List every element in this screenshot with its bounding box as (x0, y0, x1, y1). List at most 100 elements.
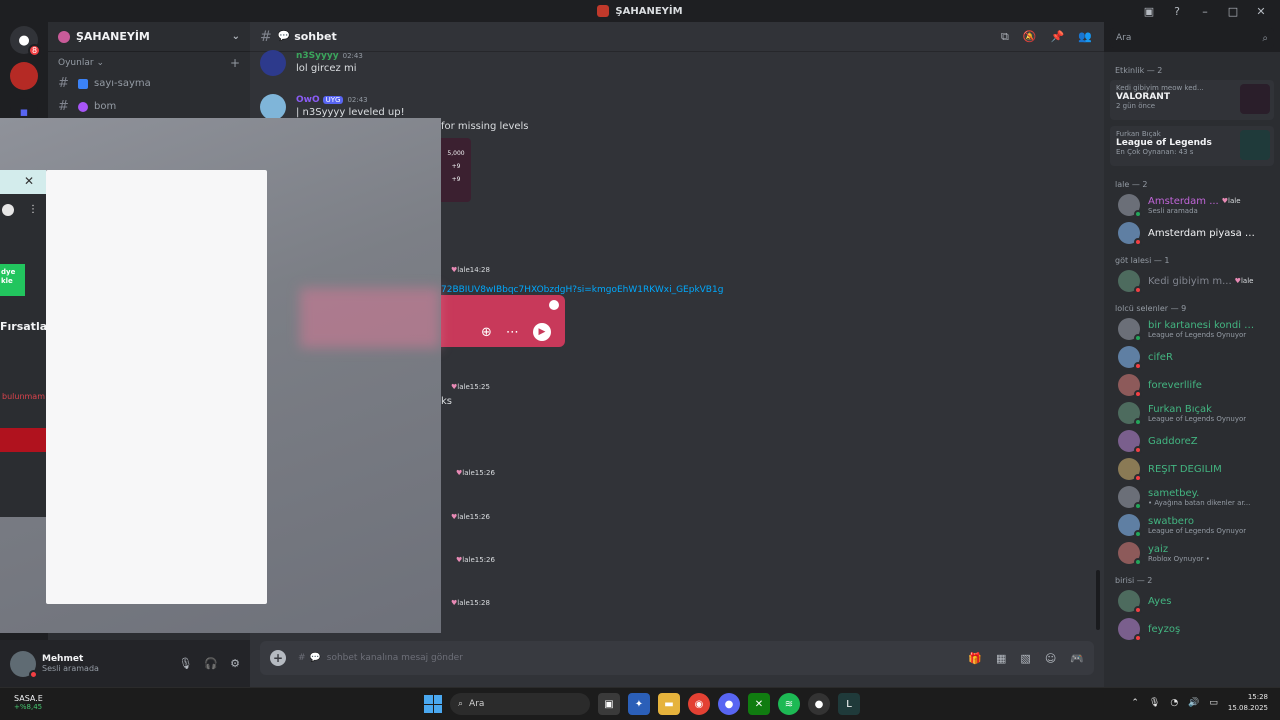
kebab-menu-icon[interactable]: ⋮ (28, 204, 38, 215)
gif-icon[interactable]: ▦ (996, 652, 1006, 665)
member-item[interactable]: swatbero League of Legends Oynuyor (1118, 514, 1278, 538)
task-view-icon[interactable]: ▣ (598, 693, 620, 715)
mute-icon[interactable]: 🔕 (1023, 30, 1037, 44)
member-avatar (1118, 194, 1142, 218)
minimize-button[interactable]: – (1198, 5, 1212, 18)
member-item[interactable]: sametbey. • Ayağına batan dikenler ar... (1118, 486, 1278, 510)
copilot-icon[interactable]: ✦ (628, 693, 650, 715)
spotify-icon (549, 300, 559, 310)
threads-icon[interactable]: ⧉ (1001, 30, 1009, 44)
taskbar-search[interactable]: ⌕ Ara (450, 693, 590, 715)
status-dot (1134, 530, 1142, 538)
app-icon[interactable]: ● (808, 693, 830, 715)
user-avatar[interactable] (10, 650, 38, 679)
window-title: ŞAHANEYİM (597, 5, 683, 17)
member-avatar (1118, 618, 1142, 642)
message-author[interactable]: n3Syyyy (296, 51, 339, 61)
hash-icon: # (260, 28, 272, 45)
member-avatar (1118, 486, 1142, 510)
add-channel-icon[interactable]: + (230, 56, 240, 70)
close-icon[interactable]: ✕ (24, 174, 34, 188)
member-group-header: göt lalesi — 1 (1115, 256, 1170, 265)
taskbar: SASA.E +%8,45 ⌕ Ara ▣ ✦ ▬ ◉ ● ✕ ≋ ● L ⌃ … (0, 687, 1280, 720)
role-pill: ♥lale15:26 (451, 513, 490, 521)
hash-icon: # (58, 76, 69, 91)
status-dot (1134, 502, 1142, 510)
members-icon[interactable]: 👥 (1078, 30, 1092, 44)
member-item[interactable]: Kedi gibiyim m... ♥lale (1118, 270, 1278, 294)
file-explorer-icon[interactable]: ▬ (658, 693, 680, 715)
add-icon[interactable]: ⊕ (481, 325, 492, 340)
pin-icon[interactable]: 📌 (1051, 30, 1065, 44)
role-pill: ♥lale (1221, 197, 1241, 205)
member-item[interactable]: Ayes (1118, 590, 1278, 614)
league-of-legends-icon[interactable]: L (838, 693, 860, 715)
chevron-down-icon: ⌄ (96, 58, 105, 68)
image-attachment[interactable]: 5,000 +9 +9 (441, 138, 471, 202)
member-item[interactable]: REŞİT DEĞİLİM (1118, 458, 1278, 482)
activity-icon[interactable]: 🎮 (1070, 652, 1084, 665)
discord-icon[interactable]: ● (718, 693, 740, 715)
profile-icon[interactable] (2, 204, 14, 216)
scrollbar[interactable] (1096, 570, 1100, 630)
channel-item[interactable]: # sayı-sayma (48, 72, 250, 95)
member-item[interactable]: foreverllife (1118, 374, 1278, 398)
red-banner (0, 428, 46, 452)
guild-header[interactable]: ŞAHANEYİM ⌄ (48, 22, 250, 52)
status-dot (1134, 390, 1142, 398)
hash-icon: # (58, 99, 69, 114)
message-avatar[interactable] (260, 94, 286, 120)
spotify-link[interactable]: 72BBIUV8wIBbqc7HXObzdgH?si=kmgoEhW1RKWxi… (441, 285, 723, 295)
gift-icon[interactable]: 🎁 (968, 652, 982, 665)
headphones-icon[interactable]: 🎧 (204, 657, 218, 670)
member-avatar (1118, 346, 1142, 370)
message-avatar[interactable] (260, 50, 286, 76)
channel-item[interactable]: # bom (48, 95, 250, 118)
member-item[interactable]: cifeR (1118, 346, 1278, 370)
member-avatar (1118, 270, 1142, 294)
inbox-icon[interactable]: ▣ (1142, 5, 1156, 18)
stock-widget[interactable]: SASA.E +%8,45 (14, 694, 43, 711)
speaker-icon[interactable]: 🔊 (1188, 698, 1199, 708)
more-icon[interactable]: ⋯ (506, 325, 519, 340)
emoji-icon[interactable]: ☺ (1045, 652, 1056, 665)
member-item[interactable]: Amsterdam ... ♥lale Sesli aramada (1118, 194, 1278, 218)
sticker-icon[interactable]: ▧ (1020, 652, 1030, 665)
member-item[interactable]: yaiz Roblox Oynuyor • (1118, 542, 1278, 566)
clock[interactable]: 15:28 15.08.2025 (1228, 692, 1268, 714)
member-item[interactable]: GaddoreZ (1118, 430, 1278, 454)
member-item[interactable]: feyzoş (1118, 618, 1278, 642)
maximize-button[interactable]: □ (1226, 5, 1240, 18)
member-item[interactable]: bir kartanesi kondi dili... League of Leg… (1118, 318, 1278, 342)
member-item[interactable]: Amsterdam piyasa ba... (1118, 222, 1278, 246)
game-art-icon (1240, 84, 1270, 114)
help-icon[interactable]: ? (1170, 5, 1184, 18)
search-input[interactable]: Ara ⌕ (1110, 28, 1274, 48)
category-header[interactable]: Oyunlar ⌄ + (48, 52, 250, 72)
discord-home-icon[interactable]: ● 8 (10, 26, 41, 57)
member-avatar (1118, 222, 1142, 246)
activity-card[interactable]: Furkan Bıçak League of Legends En Çok Oyna… (1110, 126, 1274, 166)
message-author[interactable]: OwO (296, 95, 320, 105)
browser-side-strip (0, 170, 46, 517)
microphone-icon[interactable]: 🎙 (1149, 698, 1160, 708)
server-avatar[interactable] (10, 62, 38, 90)
xbox-icon[interactable]: ✕ (748, 693, 770, 715)
play-button[interactable]: ▶ (532, 323, 551, 341)
green-action-button[interactable]: dye kle (0, 264, 25, 296)
chrome-icon[interactable]: ◉ (688, 693, 710, 715)
message-composer[interactable]: + # 💬 sohbet kanalına mesaj gönder 🎁 ▦ ▧… (260, 641, 1094, 675)
activity-card[interactable]: Kedi gibiyim meow ked... VALORANT 2 gün ön… (1110, 80, 1274, 120)
microphone-icon[interactable]: 🎙 (178, 657, 192, 670)
windows-start-icon[interactable] (424, 695, 442, 713)
role-pill: ♥lale14:28 (451, 266, 490, 274)
spotify-icon[interactable]: ≋ (778, 693, 800, 715)
close-button[interactable]: ✕ (1254, 5, 1268, 18)
battery-icon[interactable]: ▭ (1209, 698, 1218, 708)
gear-icon[interactable]: ⚙ (230, 657, 240, 670)
chevron-up-icon[interactable]: ⌃ (1131, 698, 1139, 708)
member-item[interactable]: Furkan Bıçak League of Legends Oynuyor (1118, 402, 1278, 426)
wifi-icon[interactable]: ◔ (1170, 698, 1178, 708)
add-attachment-icon[interactable]: + (270, 650, 286, 666)
spotify-embed[interactable]: ⊕ ⋯ ▶ (441, 295, 565, 347)
